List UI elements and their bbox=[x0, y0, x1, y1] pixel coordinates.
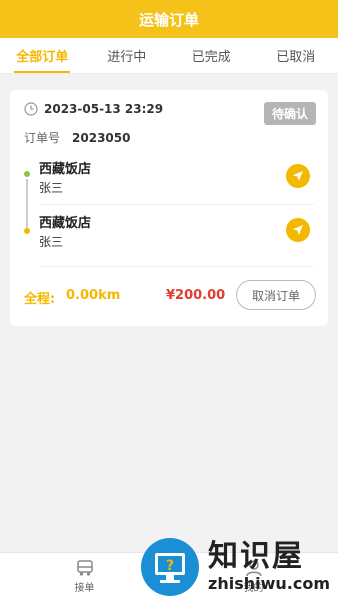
pickup-stop: 西藏饭店 张三 bbox=[10, 154, 328, 202]
tab-label: 已取消 bbox=[276, 50, 316, 65]
stop-divider bbox=[39, 204, 314, 205]
order-price: ¥200.00 bbox=[166, 288, 226, 303]
distance-label: 全程: bbox=[24, 292, 56, 307]
watermark-text: 知识屋 zhishiwu.com bbox=[208, 540, 330, 594]
app-header: 运输订单 bbox=[0, 0, 338, 38]
order-time: 2023-05-13 23:29 bbox=[44, 102, 164, 116]
navigation-arrow-icon bbox=[293, 225, 303, 235]
dropoff-stop: 西藏饭店 张三 bbox=[10, 208, 328, 256]
watermark-logo-icon: ? bbox=[141, 538, 199, 596]
clock-icon bbox=[24, 102, 38, 116]
navigation-arrow-icon bbox=[293, 171, 303, 181]
truck-icon bbox=[76, 560, 93, 576]
navigate-button[interactable] bbox=[286, 218, 310, 242]
watermark-cn: 知识屋 bbox=[208, 539, 304, 574]
page-title: 运输订单 bbox=[138, 10, 199, 29]
watermark-en: zhishiwu.com bbox=[208, 574, 330, 593]
status-badge: 待确认 bbox=[263, 102, 316, 125]
tab-label: 全部订单 bbox=[16, 50, 69, 65]
order-number-row: 订单号 2023050 bbox=[24, 129, 130, 146]
svg-text:?: ? bbox=[166, 558, 174, 574]
tab-all-orders[interactable]: 全部订单 bbox=[0, 38, 85, 73]
bottom-tab-label: 接单 bbox=[74, 583, 95, 594]
order-number: 2023050 bbox=[72, 130, 131, 145]
stop-name: 西藏饭店 bbox=[39, 216, 92, 231]
stop-contact: 张三 bbox=[39, 235, 64, 249]
order-time-row: 2023-05-13 23:29 bbox=[24, 102, 163, 116]
footer-divider bbox=[39, 266, 314, 267]
tab-in-progress[interactable]: 进行中 bbox=[85, 38, 170, 73]
tab-label: 已完成 bbox=[191, 50, 231, 65]
order-card[interactable]: 2023-05-13 23:29 待确认 订单号 2023050 西藏饭店 张三… bbox=[10, 90, 328, 326]
cancel-order-button[interactable]: 取消订单 bbox=[236, 280, 316, 310]
navigate-button[interactable] bbox=[286, 164, 310, 188]
watermark: ? 知识屋 zhishiwu.com bbox=[140, 534, 338, 600]
stop-name: 西藏饭店 bbox=[39, 162, 92, 177]
tab-label: 进行中 bbox=[107, 50, 147, 65]
order-tabs: 全部订单 进行中 已完成 已取消 bbox=[0, 38, 338, 74]
order-number-label: 订单号 bbox=[24, 131, 61, 145]
order-footer: 全程: 0.00km ¥200.00 取消订单 bbox=[10, 280, 328, 314]
stop-contact: 张三 bbox=[39, 181, 64, 195]
tab-completed[interactable]: 已完成 bbox=[169, 38, 254, 73]
distance-value: 0.00km bbox=[66, 288, 121, 303]
tab-cancelled[interactable]: 已取消 bbox=[254, 38, 338, 73]
